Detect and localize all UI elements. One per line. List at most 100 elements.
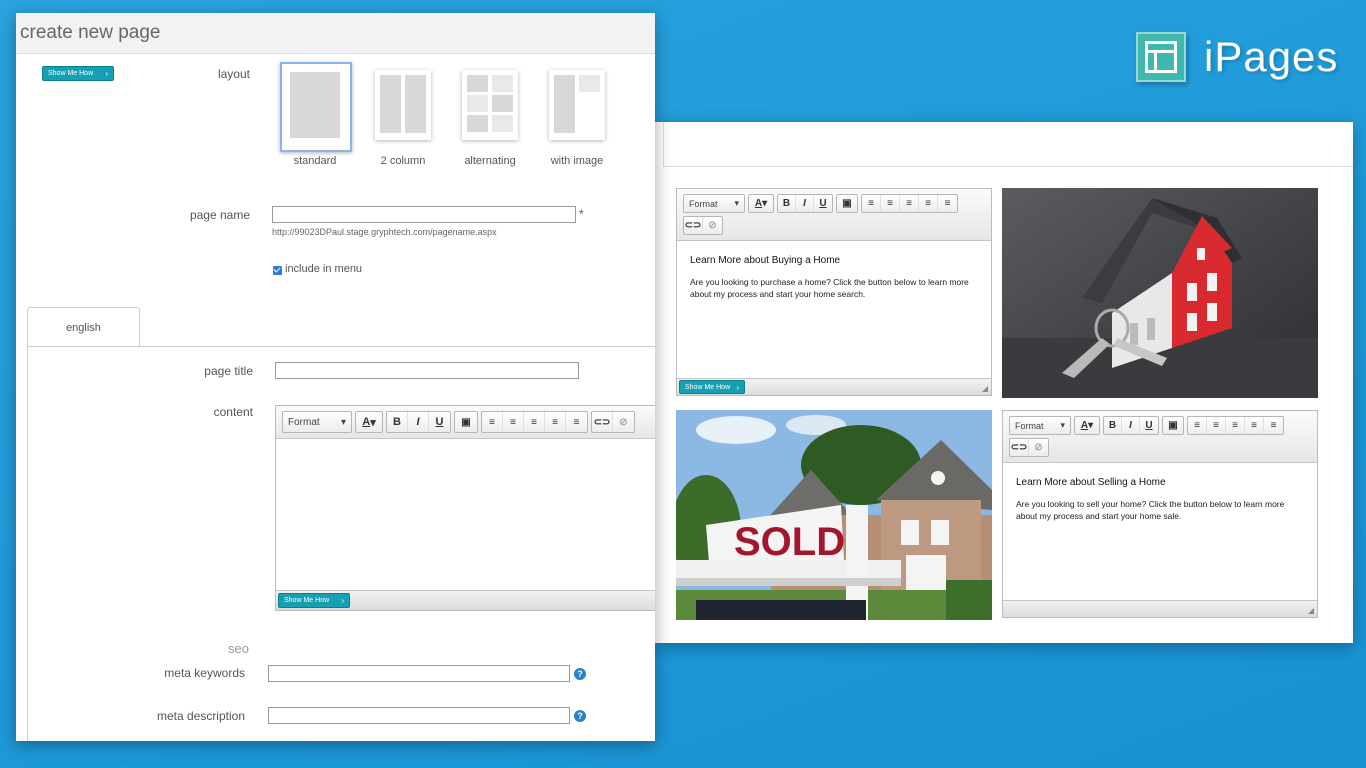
selling-content[interactable]: Learn More about Selling a Home Are you … — [1003, 477, 1317, 523]
link-icon[interactable]: ⊂⊃ — [592, 412, 613, 432]
underline-button[interactable]: U — [1140, 417, 1158, 434]
buying-content[interactable]: Learn More about Buying a Home Are you l… — [677, 255, 991, 301]
numbered-list-icon[interactable]: ≡ — [482, 412, 503, 432]
content-editor-body[interactable] — [276, 439, 655, 589]
resize-handle-icon[interactable] — [1308, 608, 1314, 614]
layout-option-alternating[interactable] — [462, 70, 518, 140]
bullet-list-icon[interactable]: ≡ — [1207, 417, 1226, 435]
bold-button[interactable]: B — [387, 412, 408, 432]
bullet-list-icon[interactable]: ≡ — [503, 412, 524, 432]
meta-description-label: meta description — [156, 709, 245, 723]
layout-caption-2column: 2 column — [380, 155, 426, 167]
align-center-icon[interactable]: ≡ — [919, 195, 938, 213]
italic-button[interactable]: I — [408, 412, 429, 432]
layout-option-with-image[interactable] — [549, 70, 605, 140]
seo-heading: seo — [228, 641, 249, 656]
format-dropdown[interactable]: Format ▾ — [283, 412, 351, 432]
content-label: content — [213, 405, 253, 419]
show-me-how-button[interactable]: Show Me How › — [42, 66, 114, 81]
align-right-icon[interactable]: ≡ — [1264, 417, 1283, 434]
bullet-list-icon[interactable]: ≡ — [881, 195, 900, 213]
align-left-icon[interactable]: ≡ — [1226, 417, 1245, 435]
buying-body: Are you looking to purchase a home? Clic… — [690, 277, 969, 300]
help-icon[interactable]: ? — [574, 710, 586, 722]
resize-handle-icon[interactable] — [982, 386, 988, 392]
sold-house-photo: SOLD — [676, 410, 992, 620]
page-preview: Format ▾ A ▾ B I U ▣ ≡ ≡ ≡ ≡ ≡ ⊂⊃ ⊘ Learn … — [655, 122, 1353, 643]
selling-body: Are you looking to sell your home? Click… — [1016, 499, 1285, 522]
selling-heading: Learn More about Selling a Home — [1016, 477, 1166, 488]
buying-heading: Learn More about Buying a Home — [690, 255, 841, 266]
chevron-right-icon: › — [105, 69, 108, 78]
create-page-form: create new page Show Me How › layout stan… — [16, 13, 655, 741]
chevron-right-icon: › — [341, 596, 344, 605]
numbered-list-icon[interactable]: ≡ — [1188, 417, 1207, 435]
underline-button[interactable]: U — [429, 412, 450, 432]
align-right-icon[interactable]: ≡ — [566, 412, 587, 432]
meta-description-input[interactable] — [268, 707, 570, 724]
form-header: create new page — [16, 13, 655, 54]
numbered-list-icon[interactable]: ≡ — [862, 195, 881, 213]
tab-divider — [27, 346, 655, 347]
editor-footer — [1003, 600, 1317, 617]
layout-label: layout — [217, 67, 250, 81]
format-dropdown[interactable]: Format ▾ — [1010, 417, 1070, 434]
layout-caption-alternating: alternating — [464, 155, 516, 167]
editor-toolbar: Format ▾ A ▾ B I U ▣ ≡ ≡ ≡ ≡ ≡ ⊂⊃ ⊘ — [677, 189, 991, 241]
editor-footer: Show Me How › — [276, 590, 655, 610]
content-editor[interactable]: Format ▾ A ▾ B I U ▣ ≡ ≡ ≡ ≡ ≡ ⊂⊃ ⊘ Show… — [275, 405, 655, 611]
bold-button[interactable]: B — [778, 195, 796, 213]
layout-option-2column[interactable] — [375, 70, 431, 140]
preview-header — [663, 122, 1353, 167]
help-icon[interactable]: ? — [574, 668, 586, 680]
link-icon[interactable]: ⊂⊃ — [1010, 438, 1029, 456]
buying-editor[interactable]: Format ▾ A ▾ B I U ▣ ≡ ≡ ≡ ≡ ≡ ⊂⊃ ⊘ Learn … — [676, 188, 992, 396]
page-title-input[interactable] — [275, 362, 579, 379]
align-right-icon[interactable]: ≡ — [938, 195, 957, 212]
format-dropdown[interactable]: Format ▾ — [684, 195, 744, 212]
align-center-icon[interactable]: ≡ — [1245, 417, 1264, 435]
underline-button[interactable]: U — [814, 195, 832, 212]
font-color-button[interactable]: A ▾ — [356, 412, 382, 432]
unlink-icon[interactable]: ⊘ — [613, 412, 634, 432]
brand-name: iPages — [1204, 33, 1339, 80]
layout-caption-with-image: with image — [550, 155, 604, 167]
sold-sign-text: SOLD — [734, 520, 845, 564]
meta-keywords-input[interactable] — [268, 665, 570, 682]
chevron-right-icon: › — [736, 382, 739, 392]
selling-editor[interactable]: Format ▾ A ▾ B I U ▣ ≡ ≡ ≡ ≡ ≡ ⊂⊃ ⊘ Learn … — [1002, 410, 1318, 618]
bold-button[interactable]: B — [1104, 417, 1122, 435]
required-mark: * — [579, 207, 584, 221]
meta-keywords-label: meta keywords — [164, 666, 245, 680]
editor-footer: Show Me How › — [677, 378, 991, 395]
align-left-icon[interactable]: ≡ — [524, 412, 545, 432]
italic-button[interactable]: I — [1122, 417, 1140, 435]
unlink-icon[interactable]: ⊘ — [703, 217, 722, 234]
tab-english[interactable]: english — [27, 307, 140, 347]
editor-toolbar: Format ▾ A ▾ B I U ▣ ≡ ≡ ≡ ≡ ≡ ⊂⊃ ⊘ — [276, 406, 655, 439]
link-icon[interactable]: ⊂⊃ — [684, 216, 703, 234]
italic-button[interactable]: I — [796, 195, 814, 213]
layout-caption-standard: standard — [293, 155, 337, 167]
house-keys-photo — [1002, 188, 1318, 398]
image-icon[interactable]: ▣ — [455, 412, 477, 432]
editor-toolbar: Format ▾ A ▾ B I U ▣ ≡ ≡ ≡ ≡ ≡ ⊂⊃ ⊘ — [1003, 411, 1317, 463]
font-color-button[interactable]: A ▾ — [749, 195, 773, 212]
tab-content-border — [27, 346, 28, 741]
include-in-menu-checkbox[interactable] — [273, 266, 282, 275]
unlink-icon[interactable]: ⊘ — [1029, 439, 1048, 456]
image-icon[interactable]: ▣ — [837, 195, 857, 212]
page-url-hint: http://99023DPaul.stage.gryphtech.com/pa… — [272, 227, 497, 237]
layout-option-standard[interactable] — [280, 62, 352, 152]
image-icon[interactable]: ▣ — [1163, 417, 1183, 434]
align-left-icon[interactable]: ≡ — [900, 195, 919, 213]
brand-logo: iPages — [1136, 32, 1338, 82]
include-in-menu-label: include in menu — [285, 263, 363, 275]
show-me-how-button[interactable]: Show Me How › — [679, 380, 745, 394]
page-name-label: page name — [189, 208, 250, 222]
layout-grid-icon — [1136, 32, 1186, 82]
show-me-how-button[interactable]: Show Me How › — [278, 593, 350, 608]
page-name-input[interactable] — [272, 206, 576, 223]
align-center-icon[interactable]: ≡ — [545, 412, 566, 432]
font-color-button[interactable]: A ▾ — [1075, 417, 1099, 434]
